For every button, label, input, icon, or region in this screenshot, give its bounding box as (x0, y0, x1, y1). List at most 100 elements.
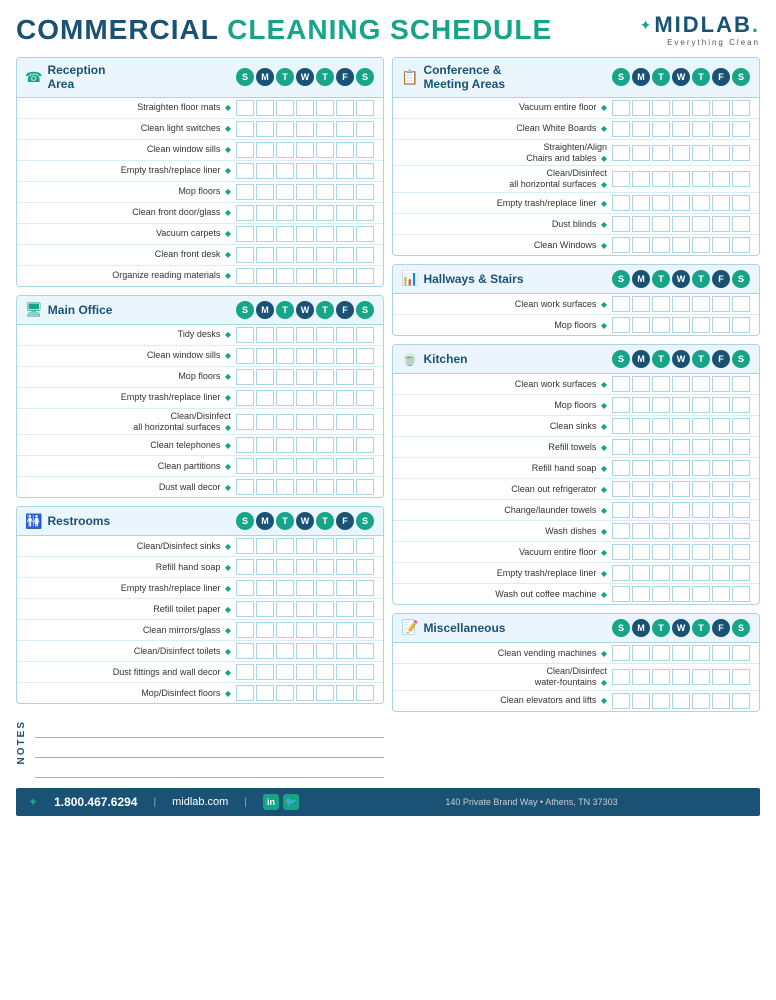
task-cell[interactable] (652, 481, 670, 497)
task-cell[interactable] (732, 317, 750, 333)
task-cell[interactable] (356, 559, 374, 575)
task-cell[interactable] (296, 247, 314, 263)
task-cell[interactable] (256, 348, 274, 364)
task-cell[interactable] (356, 247, 374, 263)
task-cell[interactable] (732, 121, 750, 137)
task-cell[interactable] (256, 369, 274, 385)
task-cell[interactable] (732, 171, 750, 187)
task-cell[interactable] (692, 481, 710, 497)
task-cell[interactable] (316, 414, 334, 430)
task-cell[interactable] (632, 216, 650, 232)
task-cell[interactable] (692, 693, 710, 709)
task-cell[interactable] (356, 580, 374, 596)
task-cell[interactable] (356, 142, 374, 158)
task-cell[interactable] (316, 163, 334, 179)
task-cell[interactable] (276, 348, 294, 364)
task-cell[interactable] (652, 645, 670, 661)
task-cell[interactable] (672, 145, 690, 161)
task-cell[interactable] (632, 121, 650, 137)
task-cell[interactable] (236, 121, 254, 137)
task-cell[interactable] (336, 437, 354, 453)
task-cell[interactable] (612, 669, 630, 685)
task-cell[interactable] (296, 643, 314, 659)
task-cell[interactable] (712, 565, 730, 581)
task-cell[interactable] (692, 523, 710, 539)
task-cell[interactable] (612, 317, 630, 333)
task-cell[interactable] (652, 195, 670, 211)
task-cell[interactable] (336, 479, 354, 495)
task-cell[interactable] (296, 437, 314, 453)
task-cell[interactable] (316, 100, 334, 116)
task-cell[interactable] (336, 643, 354, 659)
task-cell[interactable] (652, 216, 670, 232)
task-cell[interactable] (672, 100, 690, 116)
task-cell[interactable] (256, 437, 274, 453)
task-cell[interactable] (256, 226, 274, 242)
task-cell[interactable] (652, 669, 670, 685)
task-cell[interactable] (256, 601, 274, 617)
task-cell[interactable] (336, 327, 354, 343)
task-cell[interactable] (296, 664, 314, 680)
task-cell[interactable] (336, 601, 354, 617)
task-cell[interactable] (692, 296, 710, 312)
task-cell[interactable] (652, 565, 670, 581)
task-cell[interactable] (672, 586, 690, 602)
task-cell[interactable] (336, 205, 354, 221)
task-cell[interactable] (632, 195, 650, 211)
task-cell[interactable] (712, 145, 730, 161)
task-cell[interactable] (672, 195, 690, 211)
task-cell[interactable] (256, 327, 274, 343)
task-cell[interactable] (236, 458, 254, 474)
task-cell[interactable] (296, 458, 314, 474)
task-cell[interactable] (336, 268, 354, 284)
task-cell[interactable] (276, 369, 294, 385)
task-cell[interactable] (356, 390, 374, 406)
task-cell[interactable] (652, 376, 670, 392)
task-cell[interactable] (296, 184, 314, 200)
task-cell[interactable] (236, 142, 254, 158)
task-cell[interactable] (732, 439, 750, 455)
task-cell[interactable] (316, 538, 334, 554)
task-cell[interactable] (316, 268, 334, 284)
task-cell[interactable] (692, 586, 710, 602)
task-cell[interactable] (276, 142, 294, 158)
task-cell[interactable] (236, 369, 254, 385)
task-cell[interactable] (732, 645, 750, 661)
task-cell[interactable] (356, 664, 374, 680)
task-cell[interactable] (672, 565, 690, 581)
task-cell[interactable] (612, 439, 630, 455)
task-cell[interactable] (336, 247, 354, 263)
task-cell[interactable] (632, 418, 650, 434)
task-cell[interactable] (652, 145, 670, 161)
task-cell[interactable] (236, 327, 254, 343)
task-cell[interactable] (632, 586, 650, 602)
task-cell[interactable] (612, 523, 630, 539)
task-cell[interactable] (256, 622, 274, 638)
task-cell[interactable] (276, 184, 294, 200)
task-cell[interactable] (316, 685, 334, 701)
task-cell[interactable] (732, 145, 750, 161)
task-cell[interactable] (256, 414, 274, 430)
task-cell[interactable] (296, 226, 314, 242)
task-cell[interactable] (612, 121, 630, 137)
task-cell[interactable] (256, 458, 274, 474)
task-cell[interactable] (356, 121, 374, 137)
task-cell[interactable] (336, 622, 354, 638)
task-cell[interactable] (316, 247, 334, 263)
linkedin-icon[interactable]: in (263, 794, 279, 810)
twitter-icon[interactable]: 🐦 (283, 794, 299, 810)
task-cell[interactable] (256, 685, 274, 701)
task-cell[interactable] (276, 643, 294, 659)
task-cell[interactable] (712, 418, 730, 434)
notes-line[interactable] (35, 764, 384, 778)
task-cell[interactable] (296, 369, 314, 385)
task-cell[interactable] (296, 327, 314, 343)
task-cell[interactable] (336, 580, 354, 596)
task-cell[interactable] (236, 348, 254, 364)
task-cell[interactable] (356, 437, 374, 453)
task-cell[interactable] (732, 481, 750, 497)
task-cell[interactable] (276, 601, 294, 617)
task-cell[interactable] (296, 559, 314, 575)
task-cell[interactable] (712, 237, 730, 253)
task-cell[interactable] (732, 565, 750, 581)
